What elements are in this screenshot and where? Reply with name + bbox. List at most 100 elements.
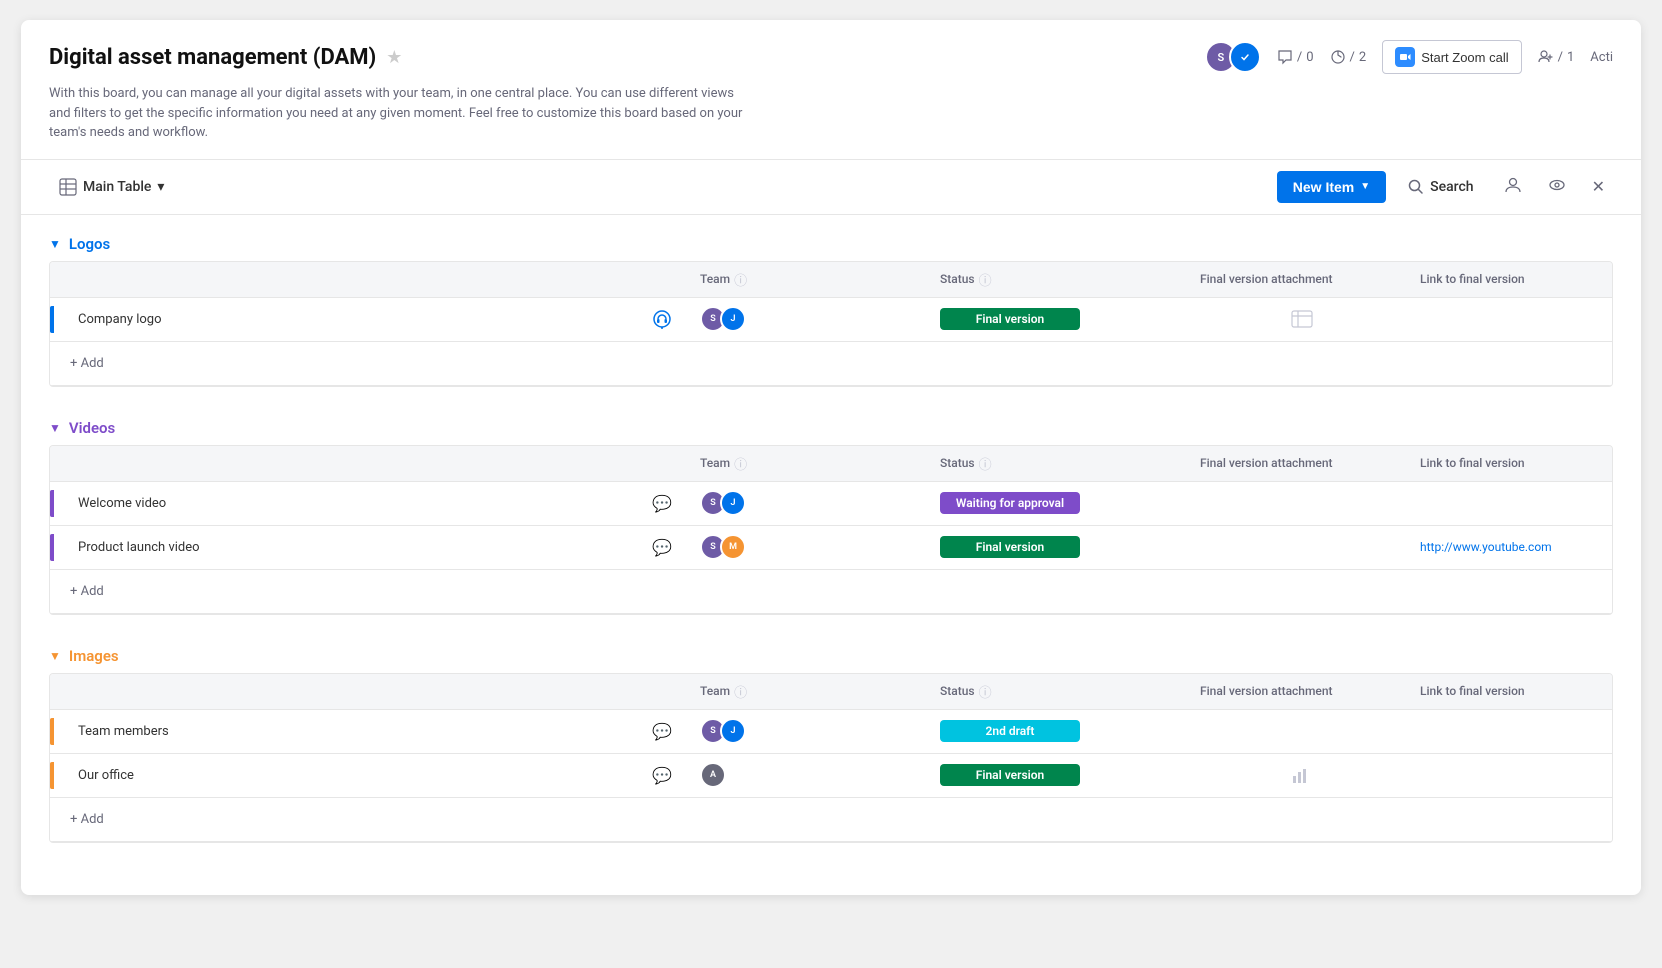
add-row-cell-videos[interactable]: + Add [50, 576, 632, 607]
row-comment-welcome[interactable]: 💬 [632, 488, 692, 519]
table-row: Welcome video 💬 S J Waiting for approval [50, 482, 1612, 526]
avatar-a: A [700, 762, 726, 788]
add-row-images[interactable]: + Add [50, 798, 1612, 842]
header-actions: S / 0 [1205, 40, 1613, 74]
close-icon-btn[interactable]: ✕ [1584, 171, 1613, 202]
videos-title[interactable]: Videos [69, 419, 115, 437]
table-row: Team members 💬 S J 2nd draft [50, 710, 1612, 754]
th-empty1-images [872, 682, 932, 701]
row-status-welcome[interactable]: Waiting for approval [932, 486, 1132, 520]
row-attachment-product [1192, 541, 1412, 553]
th-comment-images [632, 682, 692, 701]
add-row-logos[interactable]: + Add [50, 342, 1612, 386]
row-empty2 [1132, 769, 1192, 781]
add-row-cell-logos[interactable]: + Add [50, 348, 632, 379]
favorite-icon[interactable]: ★ [386, 47, 402, 68]
comments-stat[interactable]: / 0 [1277, 49, 1314, 65]
group-videos-header: ▼ Videos [49, 419, 1613, 437]
images-table-header: Team ⓘ Status ⓘ Final version attachment… [50, 674, 1612, 710]
search-button[interactable]: Search [1396, 173, 1485, 201]
row-comment-product[interactable]: 💬 [632, 532, 692, 563]
zoom-button[interactable]: Start Zoom call [1382, 40, 1521, 74]
row-name-team-members: Team members [50, 718, 632, 745]
row-team-company-logo: S J [692, 300, 872, 338]
header-top: Digital asset management (DAM) ★ S [49, 40, 1613, 74]
row-status-product[interactable]: Final version [932, 530, 1132, 564]
eye-icon-btn[interactable] [1540, 170, 1574, 204]
header-title-row: Digital asset management (DAM) ★ [49, 45, 402, 70]
row-status-team-members[interactable]: 2nd draft [932, 714, 1132, 748]
comment-icon[interactable]: 💬 [652, 494, 672, 513]
th-empty2-logos [1132, 270, 1192, 289]
group-images: ▼ Images Team ⓘ Status ⓘ [49, 647, 1613, 843]
row-attachment-welcome [1192, 497, 1412, 509]
status-badge: Waiting for approval [940, 492, 1080, 514]
header-description: With this board, you can manage all your… [49, 84, 749, 143]
add-row-videos[interactable]: + Add [50, 570, 1612, 614]
content: ▼ Logos Team ⓘ Status ⓘ [21, 215, 1641, 895]
new-item-button[interactable]: New Item ▼ [1277, 171, 1386, 203]
status-info-icon-images[interactable]: ⓘ [979, 682, 992, 701]
comment-icon[interactable]: 💬 [652, 538, 672, 557]
activity-link[interactable]: Acti [1590, 50, 1613, 65]
table-icon [59, 178, 77, 196]
logos-chevron[interactable]: ▼ [49, 237, 61, 251]
page-title: Digital asset management (DAM) [49, 45, 376, 70]
table-row: Our office 💬 A Final version [50, 754, 1612, 798]
row-empty1 [872, 541, 932, 553]
comments-count: / [1297, 50, 1302, 65]
row-name-company-logo: Company logo [50, 306, 632, 333]
row-link-product[interactable]: http://www.youtube.com [1412, 534, 1612, 560]
videos-chevron[interactable]: ▼ [49, 421, 61, 435]
add-row-cell-images[interactable]: + Add [50, 804, 632, 835]
row-status-company-logo[interactable]: Final version [932, 302, 1132, 336]
table-row: Company logo S [50, 298, 1612, 342]
group-images-header: ▼ Images [49, 647, 1613, 665]
attachment-icon [1290, 309, 1314, 329]
toolbar-right: New Item ▼ Search [1277, 170, 1613, 204]
search-label: Search [1430, 179, 1473, 195]
table-row: Product launch video 💬 S M Final version [50, 526, 1612, 570]
th-attachment-logos: Final version attachment [1192, 270, 1412, 289]
th-comment-videos [632, 454, 692, 473]
avatar-m: M [720, 534, 746, 560]
zoom-icon [1395, 47, 1415, 67]
row-stripe [50, 306, 54, 333]
th-attachment-videos: Final version attachment [1192, 454, 1412, 473]
main-table-button[interactable]: Main Table ▾ [49, 172, 174, 202]
row-comment-team-members[interactable]: 💬 [632, 716, 692, 747]
images-title[interactable]: Images [69, 647, 119, 665]
th-team-images: Team ⓘ [692, 682, 872, 701]
logos-table-header: Team ⓘ Status ⓘ Final version attachment… [50, 262, 1612, 298]
th-status-logos: Status ⓘ [932, 270, 1132, 289]
team-info-icon[interactable]: ⓘ [734, 270, 747, 289]
th-status-videos: Status ⓘ [932, 454, 1132, 473]
members-stat[interactable]: / 1 [1538, 49, 1575, 65]
row-status-our-office[interactable]: Final version [932, 758, 1132, 792]
row-attachment-company-logo[interactable] [1192, 303, 1412, 335]
comment-icon[interactable]: 💬 [652, 722, 672, 741]
row-link-welcome [1412, 497, 1612, 509]
row-attachment-our-office[interactable] [1192, 760, 1412, 790]
row-empty2 [1132, 497, 1192, 509]
row-name-product-launch: Product launch video [50, 534, 632, 561]
th-attachment-images: Final version attachment [1192, 682, 1412, 701]
team-info-icon-videos[interactable]: ⓘ [734, 454, 747, 473]
row-comment-our-office[interactable]: 💬 [632, 760, 692, 791]
status-info-icon-videos[interactable]: ⓘ [979, 454, 992, 473]
th-team-logos: Team ⓘ [692, 270, 872, 289]
youtube-link[interactable]: http://www.youtube.com [1420, 540, 1552, 554]
row-comment-company-logo[interactable] [632, 303, 692, 335]
activity-stat[interactable]: / 2 [1330, 49, 1367, 65]
row-stripe [50, 718, 54, 745]
status-badge: Final version [940, 536, 1080, 558]
status-info-icon-logos[interactable]: ⓘ [979, 270, 992, 289]
avatar-j: J [720, 490, 746, 516]
logos-title[interactable]: Logos [69, 235, 110, 253]
th-link-logos: Link to final version [1412, 270, 1612, 289]
comment-icon[interactable]: 💬 [652, 766, 672, 785]
team-info-icon-images[interactable]: ⓘ [734, 682, 747, 701]
person-icon-btn[interactable] [1496, 170, 1530, 204]
app-container: Digital asset management (DAM) ★ S [21, 20, 1641, 895]
images-chevron[interactable]: ▼ [49, 649, 61, 663]
